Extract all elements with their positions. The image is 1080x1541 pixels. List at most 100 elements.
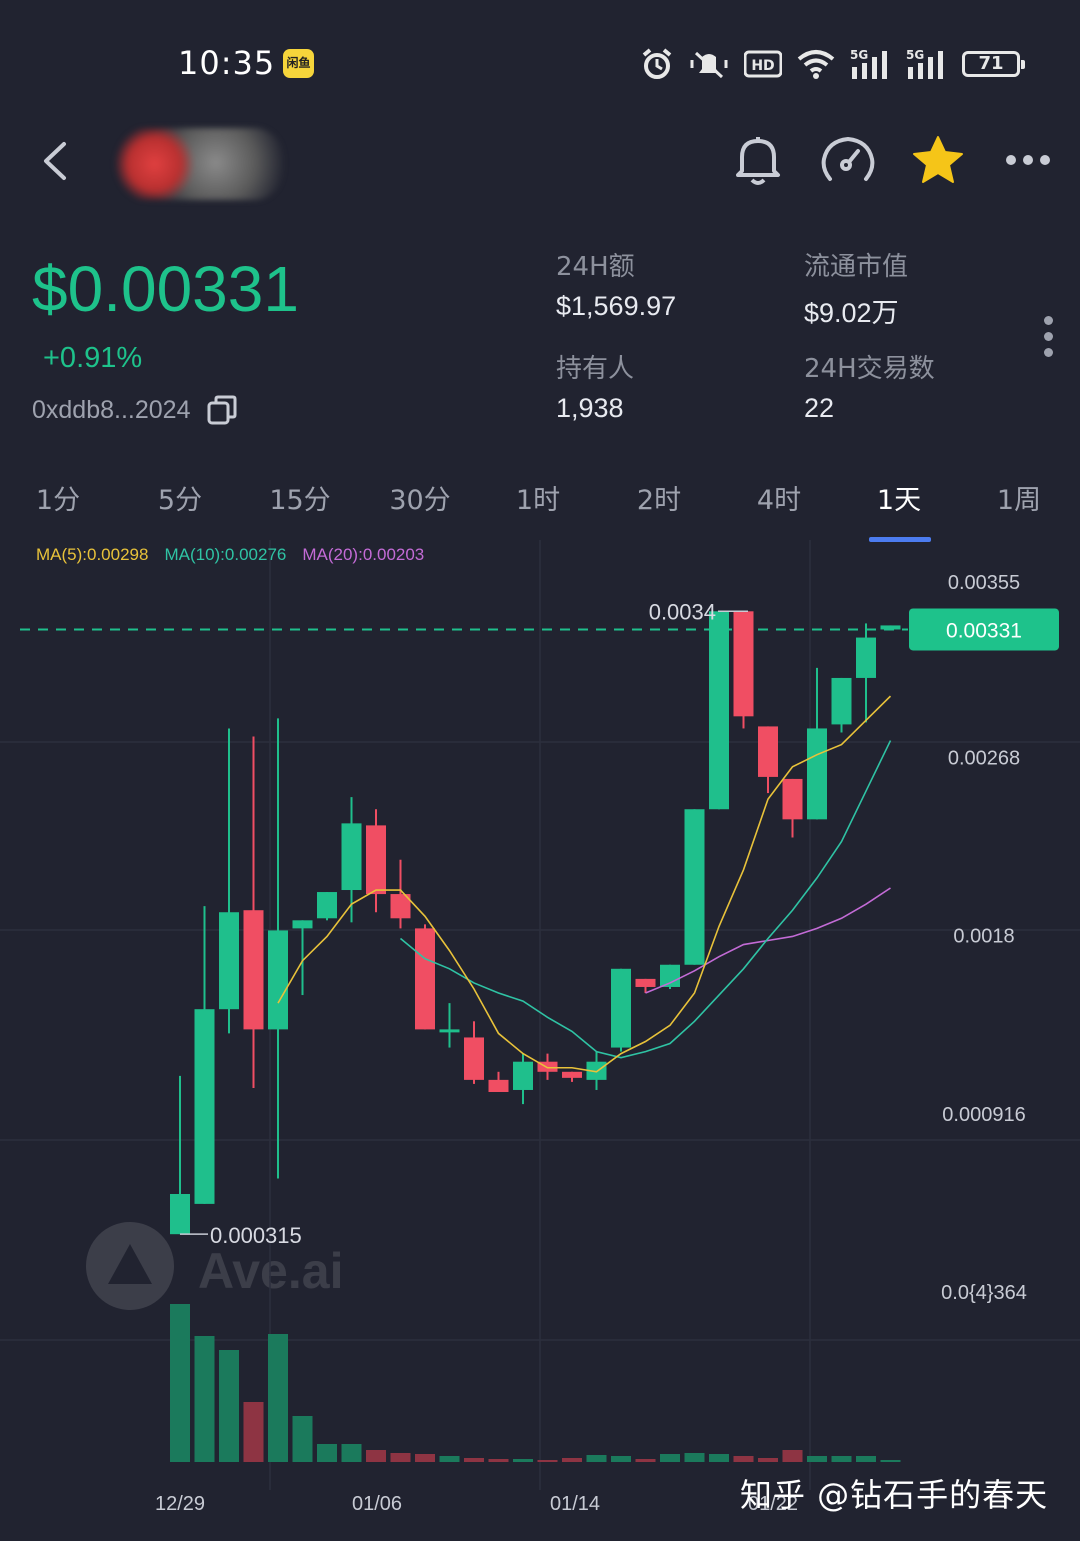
volume-bar [243, 1402, 264, 1462]
candle-body [733, 611, 754, 717]
stat-market-cap: 流通市值 $9.02万 [804, 246, 908, 330]
stat-volume-24h: 24H额 $1,569.97 [556, 246, 676, 322]
x-tick-label: 01/14 [550, 1493, 600, 1515]
interval-tabs: 1分 5分 15分 30分 1时 2时 4时 1天 1周 [0, 478, 1080, 544]
volume-bar [219, 1350, 239, 1462]
volume-bar [194, 1336, 215, 1462]
signal-5g-label: 5G [850, 48, 868, 62]
low-marker-label: 0.000315 [210, 1223, 302, 1248]
candle-body [856, 637, 876, 678]
volume-bar [758, 1458, 778, 1462]
ma20-label: MA(20):0.00203 [302, 545, 425, 564]
candle-body [782, 778, 803, 820]
volume-bar [292, 1416, 313, 1462]
current-price: $0.00331 [32, 253, 299, 325]
source-watermark: 知乎 @钻石手的春天 [740, 1476, 1049, 1514]
candle-body [439, 1029, 460, 1033]
app-notification-badge: 闲鱼 [283, 49, 314, 78]
volume-bar [709, 1454, 729, 1462]
volume-bar [170, 1304, 190, 1462]
candle-body [415, 928, 435, 1030]
tab-30m[interactable]: 30分 [376, 478, 464, 528]
tab-1m[interactable]: 1分 [18, 478, 98, 528]
nav-actions [730, 132, 1056, 188]
candle-body [464, 1037, 484, 1080]
volume-bar [611, 1456, 631, 1462]
volume-bar [856, 1456, 876, 1462]
volume-bar [488, 1459, 509, 1462]
stats-more-icon[interactable] [1040, 316, 1056, 360]
ma10-label: MA(10):0.00276 [164, 545, 287, 564]
x-tick-label: 01/06 [352, 1493, 402, 1515]
volume-bar [268, 1334, 288, 1462]
tab-1d[interactable]: 1天 [860, 478, 938, 528]
mute-vibrate-icon [690, 51, 728, 79]
tab-1h[interactable]: 1时 [500, 478, 576, 528]
star-icon[interactable] [910, 132, 966, 188]
candle-body [635, 978, 656, 987]
copy-icon[interactable] [206, 394, 238, 426]
contract-address-text: 0xddb8...2024 [32, 395, 191, 424]
wifi-icon [797, 50, 835, 79]
tab-4h[interactable]: 4时 [740, 478, 818, 528]
alarm-icon [642, 48, 672, 79]
candle-body [807, 728, 827, 820]
status-icons: HD 5G 5G 71 [640, 44, 1025, 84]
ma-legend: MA(5):0.00298 MA(10):0.00276 MA(20):0.00… [36, 545, 424, 565]
tab-2h[interactable]: 2时 [620, 478, 698, 528]
volume-bar [317, 1444, 337, 1462]
gauge-icon[interactable] [820, 132, 876, 188]
stat-label: 24H额 [556, 252, 635, 282]
volume-bar [586, 1455, 607, 1462]
high-marker-label: 0.0034 [649, 599, 716, 624]
volume-bar [880, 1460, 901, 1462]
bell-icon[interactable] [730, 132, 786, 188]
tab-1w[interactable]: 1周 [980, 478, 1058, 528]
status-time: 10:35 [178, 44, 276, 82]
nav-bar [0, 110, 1080, 210]
candle-body [611, 968, 631, 1048]
tab-15m[interactable]: 15分 [256, 478, 344, 528]
status-bar: 10:35 闲鱼 HD 5G 5G 71 [0, 0, 1080, 120]
volume-bar [537, 1460, 558, 1462]
candle-body [513, 1061, 533, 1090]
volume-bar [782, 1450, 803, 1462]
token-avatar [104, 128, 284, 200]
candle-body [292, 920, 313, 929]
back-icon[interactable] [36, 138, 76, 184]
volume-bar [439, 1456, 460, 1462]
volume-bar [660, 1454, 680, 1462]
stat-value: $9.02万 [804, 298, 899, 328]
ma20-line [645, 887, 891, 994]
volume-bar [415, 1454, 435, 1462]
stat-value: 1,938 [556, 393, 624, 423]
candle-body [268, 930, 288, 1030]
volume-bar [831, 1456, 852, 1462]
volume-bar [341, 1444, 362, 1462]
stat-label: 流通市值 [804, 252, 909, 282]
stat-holders: 持有人 1,938 [556, 348, 634, 424]
x-tick-label: 12/29 [155, 1493, 205, 1515]
volume-bar [562, 1458, 582, 1462]
volume-bar [733, 1456, 754, 1462]
stat-label: 持有人 [556, 354, 635, 384]
volume-bar [513, 1459, 533, 1462]
price-chart[interactable]: Ave.ai0.003550.002680.00180.0009160.0{4}… [0, 540, 1080, 1541]
candle-body [366, 825, 386, 895]
candle-body [170, 1193, 190, 1235]
y-tick-label: 0.0{4}364 [941, 1282, 1027, 1304]
hd-label: HD [751, 58, 774, 74]
volume-bar [635, 1459, 656, 1462]
current-price-badge-label: 0.00331 [946, 619, 1022, 642]
y-tick-label: 0.0018 [953, 925, 1014, 947]
volume-bar [366, 1450, 386, 1462]
stat-value: $1,569.97 [556, 291, 677, 321]
more-icon[interactable] [1000, 132, 1056, 188]
y-tick-label: 0.000916 [942, 1104, 1025, 1126]
candle-body [880, 625, 901, 630]
candle-body [684, 809, 705, 965]
signal-5g-icon: 5G [850, 48, 887, 79]
signal-5g-label: 5G [906, 48, 924, 62]
candle-body [758, 726, 778, 777]
tab-5m[interactable]: 5分 [138, 478, 222, 528]
